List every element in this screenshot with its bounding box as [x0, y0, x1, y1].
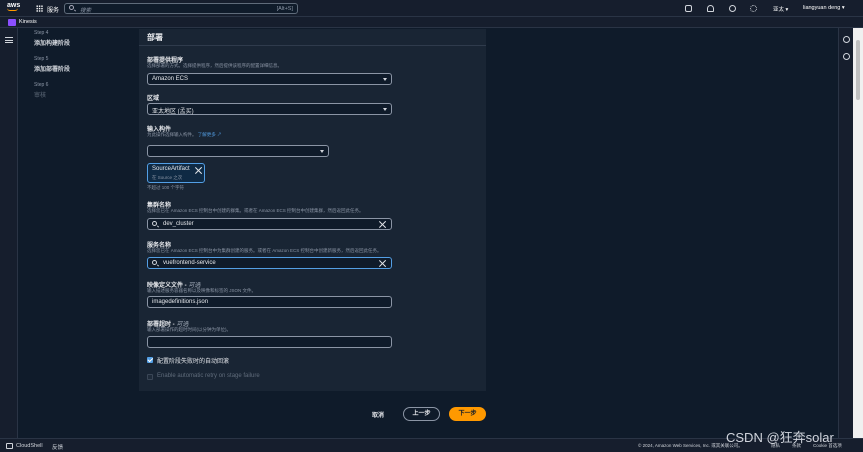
service-favorite-kinesis[interactable]: Kinesis: [19, 19, 37, 25]
timeout-input[interactable]: [147, 336, 392, 348]
retry-checkbox: [147, 374, 153, 380]
rollback-label: 配置阶段失败时的自动回滚: [157, 359, 230, 365]
aws-logo-text: aws: [7, 2, 21, 9]
clear-icon[interactable]: [379, 260, 386, 267]
cancel-button[interactable]: 取消: [372, 410, 384, 419]
caret-down-icon: [320, 150, 324, 153]
region-selector[interactable]: 亚太 ▾: [773, 5, 788, 13]
next-button[interactable]: 下一步: [449, 407, 486, 421]
provider-description: 选择部署的方式。选择提供程序，然后提供该程序的配置详细信息。: [147, 63, 282, 68]
learn-more-link[interactable]: 了解更多: [198, 132, 216, 137]
remove-token-icon[interactable]: [195, 167, 202, 174]
artifact-token: SourceArtifact 在 Source 之次: [147, 163, 205, 183]
top-navigation-bar: aws 服务 搜索 [Alt+S] 亚太 ▾ liangyuan deng ▾: [0, 0, 863, 17]
scrollbar-thumb[interactable]: [856, 40, 860, 100]
cloudshell-icon[interactable]: [685, 5, 692, 12]
divider: [139, 45, 486, 46]
step-label: Step 5: [34, 56, 49, 62]
service-value: vuefrontend-service: [163, 260, 216, 266]
right-rail: [838, 28, 853, 438]
service-description: 选择您已在 Amazon ECS 控制台中为集群创建的服务。或者在 Amazon…: [147, 248, 382, 253]
bell-icon[interactable]: [707, 5, 714, 12]
step-title-current: 添加部署阶段: [34, 67, 71, 73]
step-label: Step 4: [34, 30, 49, 36]
search-icon: [69, 5, 74, 10]
image-file-input[interactable]: imagedefinitions.json: [147, 296, 392, 308]
step-5: Step 5 添加部署阶段: [34, 56, 70, 73]
region-value: 亚太地区 (孟买): [152, 109, 194, 115]
page-scrollbar[interactable]: [853, 28, 863, 438]
cloudshell-link[interactable]: CloudShell: [16, 443, 43, 449]
cloudshell-icon: [6, 443, 13, 449]
menu-icon[interactable]: [5, 37, 13, 43]
services-grid-icon[interactable]: [36, 5, 43, 12]
previous-button[interactable]: 上一步: [403, 407, 440, 421]
search-icon: [152, 221, 157, 226]
timeout-description: 输入部署操作的超时时间(以分钟为单位)。: [147, 327, 231, 332]
clear-icon[interactable]: [379, 221, 386, 228]
aws-logo[interactable]: aws: [7, 2, 20, 11]
step-title[interactable]: 添加构建阶段: [34, 38, 70, 47]
info-icon[interactable]: [843, 36, 850, 43]
external-link-icon: ↗: [217, 132, 222, 137]
caret-down-icon: [383, 108, 387, 111]
feedback-link[interactable]: 反馈: [52, 443, 63, 451]
artifact-limit: 不超过 100 个字符: [147, 185, 185, 190]
user-menu[interactable]: liangyuan deng ▾: [803, 5, 845, 11]
token-source: 在 Source 之次: [152, 175, 183, 180]
search-input[interactable]: 搜索 [Alt+S]: [64, 3, 298, 14]
services-menu[interactable]: 服务: [47, 5, 59, 14]
gear-icon[interactable]: [750, 5, 757, 12]
cluster-search-input[interactable]: dev_cluster: [147, 218, 392, 230]
region-select[interactable]: 亚太地区 (孟买): [147, 103, 392, 115]
retry-label: Enable automatic retry on stage failure: [157, 373, 260, 379]
search-icon: [152, 260, 157, 265]
watermark: CSDN @狂奔solar: [726, 430, 834, 445]
image-file-description: 输入描述服务容器名称以及映像和标签的 JSON 文件。: [147, 288, 257, 293]
step-4: Step 4 添加构建阶段: [34, 30, 70, 47]
provider-select[interactable]: Amazon ECS: [147, 73, 392, 85]
service-search-input[interactable]: vuefrontend-service: [147, 257, 392, 269]
caret-down-icon: [383, 78, 387, 81]
clock-icon[interactable]: [843, 53, 850, 60]
cluster-description: 选择您已在 Amazon ECS 控制台中创建的群集。或者在 Amazon EC…: [147, 208, 364, 213]
artifact-desc-text: 为此操作选择输入构件。: [147, 132, 197, 137]
step-label: Step 6: [34, 82, 49, 88]
artifact-select[interactable]: [147, 145, 329, 157]
kinesis-service-icon: [8, 19, 16, 26]
cluster-value: dev_cluster: [163, 221, 194, 227]
panel-title: 部署: [147, 33, 163, 42]
region-label: 区域: [147, 96, 160, 102]
step-6: Step 6 审核: [34, 82, 70, 99]
provider-value: Amazon ECS: [152, 76, 189, 82]
search-placeholder: 搜索: [80, 8, 92, 14]
token-name: SourceArtifact: [152, 166, 190, 172]
search-shortcut: [Alt+S]: [276, 6, 293, 12]
wizard-steps: Step 4 添加构建阶段 Step 5 添加部署阶段 Step 6 审核: [34, 30, 70, 108]
left-rail: [0, 28, 18, 438]
step-title: 审核: [34, 93, 47, 99]
help-icon[interactable]: [729, 5, 736, 12]
rollback-checkbox[interactable]: [147, 357, 153, 363]
image-file-value: imagedefinitions.json: [152, 299, 209, 305]
artifact-description: 为此操作选择输入构件。 了解更多 ↗: [147, 132, 222, 138]
service-bar: Kinesis: [0, 17, 863, 28]
